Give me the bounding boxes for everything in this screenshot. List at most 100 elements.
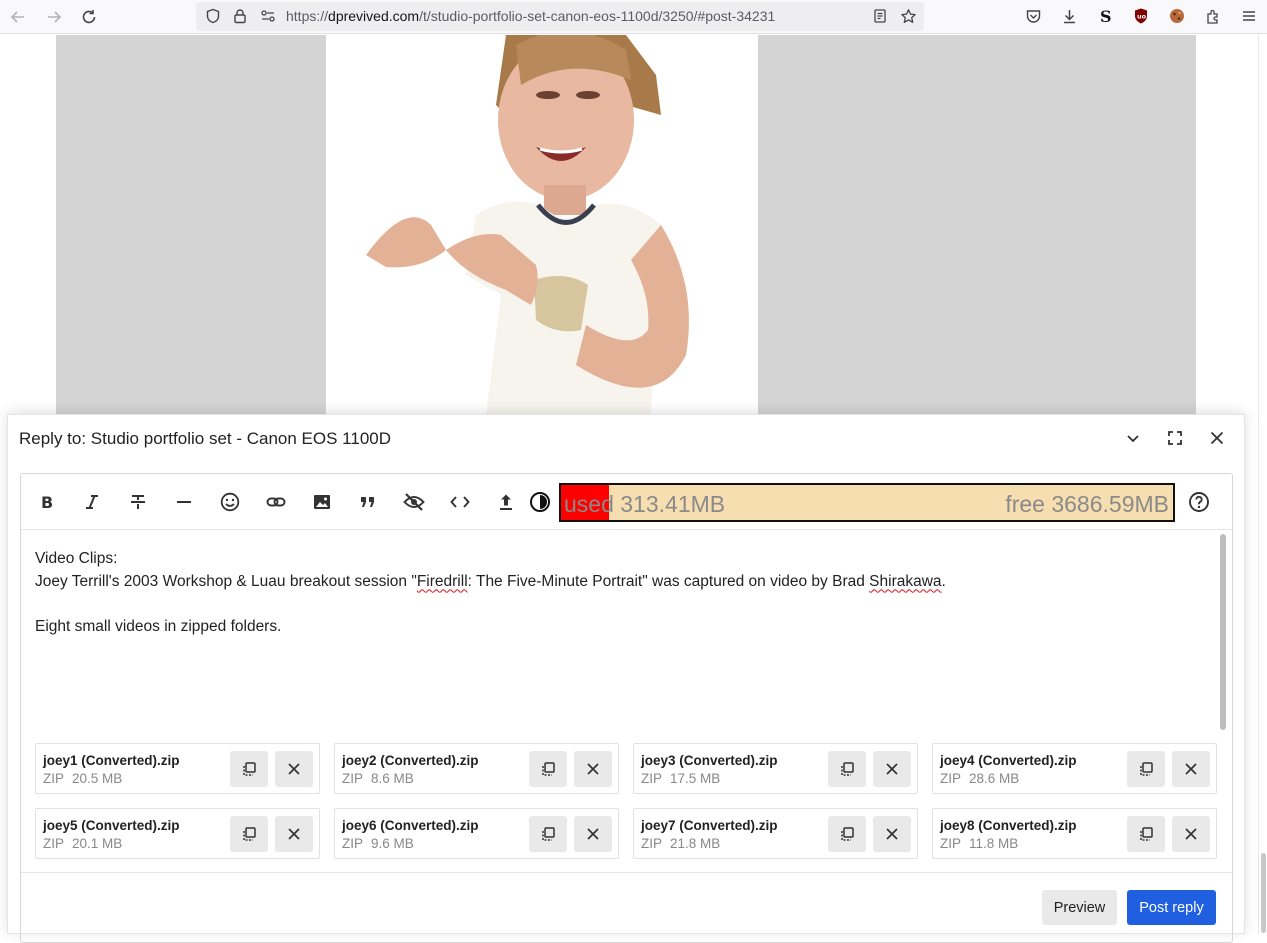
fullscreen-icon[interactable]	[1164, 427, 1186, 449]
attachment-card: joey3 (Converted).zip ZIP 17.5 MB	[633, 743, 918, 794]
quota-free-label: free 3686.59MB	[1005, 491, 1169, 517]
emoji-icon[interactable]	[216, 488, 244, 516]
extensions-icon[interactable]	[1202, 5, 1224, 27]
textarea-scrollbar[interactable]	[1217, 532, 1229, 732]
upload-quota-bar: used 313.41MB free 3686.59MB	[559, 483, 1175, 522]
close-icon[interactable]	[1206, 427, 1228, 449]
forward-button[interactable]	[42, 5, 66, 29]
attachment-card: joey7 (Converted).zip ZIP 21.8 MB	[633, 808, 918, 859]
reader-view-icon[interactable]	[869, 5, 891, 27]
quote-icon[interactable]	[354, 488, 382, 516]
italic-icon[interactable]	[78, 488, 106, 516]
remove-attachment-button[interactable]	[873, 751, 911, 787]
attachment-name: joey1 (Converted).zip	[43, 753, 180, 768]
attachment-card: joey4 (Converted).zip ZIP 28.6 MB	[932, 743, 1217, 794]
permissions-icon[interactable]	[257, 5, 279, 27]
help-icon[interactable]	[1185, 488, 1213, 516]
link-icon[interactable]	[262, 488, 290, 516]
remove-attachment-button[interactable]	[574, 751, 612, 787]
insert-attachment-button[interactable]	[1127, 751, 1165, 787]
cookie-extension-icon[interactable]	[1166, 5, 1188, 27]
svg-text:B: B	[41, 493, 53, 511]
footer-divider	[21, 872, 1232, 873]
composer-title: Reply to: Studio portfolio set - Canon E…	[19, 429, 391, 448]
insert-attachment-button[interactable]	[828, 751, 866, 787]
remove-attachment-button[interactable]	[275, 751, 313, 787]
attachment-card: joey6 (Converted).zip ZIP 9.6 MB	[334, 808, 619, 859]
close-icon	[587, 828, 599, 840]
page-scrollbar-thumb[interactable]	[1261, 853, 1266, 933]
attachment-name: joey6 (Converted).zip	[342, 818, 479, 833]
insert-icon	[1140, 762, 1153, 776]
preview-button[interactable]: Preview	[1042, 890, 1117, 925]
attachment-type: ZIP	[342, 836, 364, 851]
attachment-card: joey2 (Converted).zip ZIP 8.6 MB	[334, 743, 619, 794]
back-button[interactable]	[6, 5, 30, 29]
post-image-frame	[56, 35, 1196, 415]
close-icon	[288, 828, 300, 840]
horizontal-rule-icon[interactable]	[170, 488, 198, 516]
attachment-name: joey8 (Converted).zip	[940, 818, 1077, 833]
shield-icon[interactable]	[202, 5, 224, 27]
menu-icon[interactable]	[1238, 5, 1260, 27]
close-icon	[288, 763, 300, 775]
attachment-meta: ZIP 28.6 MB	[940, 771, 1027, 786]
attachment-name: joey7 (Converted).zip	[641, 818, 778, 833]
insert-attachment-button[interactable]	[230, 751, 268, 787]
hide-details-icon[interactable]	[400, 488, 428, 516]
insert-icon	[841, 762, 854, 776]
ublock-icon[interactable]: uo	[1130, 5, 1152, 27]
attachment-size: 17.5 MB	[670, 771, 721, 786]
body-line-2: Joey Terrill's 2003 Workshop & Luau brea…	[35, 572, 946, 590]
attachment-size: 11.8 MB	[969, 836, 1019, 851]
theme-toggle-icon[interactable]	[526, 488, 554, 516]
collapse-chevron-icon[interactable]	[1122, 427, 1144, 449]
remove-attachment-button[interactable]	[1172, 816, 1210, 852]
attachment-type: ZIP	[43, 836, 65, 851]
extension-s-icon[interactable]: S	[1094, 5, 1116, 27]
attachment-name: joey4 (Converted).zip	[940, 753, 1077, 768]
attachment-type: ZIP	[641, 836, 663, 851]
insert-attachment-button[interactable]	[230, 816, 268, 852]
url-text: https://dprevived.com/t/studio-portfolio…	[286, 8, 776, 24]
insert-icon	[841, 827, 854, 841]
insert-attachment-button[interactable]	[1127, 816, 1165, 852]
bold-icon[interactable]: B	[32, 488, 60, 516]
attachment-size: 21.8 MB	[670, 836, 721, 851]
insert-attachment-button[interactable]	[529, 816, 567, 852]
insert-attachment-button[interactable]	[828, 816, 866, 852]
address-bar[interactable]: https://dprevived.com/t/studio-portfolio…	[196, 2, 924, 31]
insert-icon	[243, 827, 256, 841]
page-scrollbar[interactable]	[1258, 35, 1267, 934]
attachment-card: joey5 (Converted).zip ZIP 20.1 MB	[35, 808, 320, 859]
remove-attachment-button[interactable]	[873, 816, 911, 852]
attachment-size: 9.6 MB	[371, 836, 414, 851]
remove-attachment-button[interactable]	[275, 816, 313, 852]
body-line-4: Eight small videos in zipped folders.	[35, 617, 282, 635]
textarea-scrollbar-thumb[interactable]	[1220, 534, 1226, 730]
pocket-icon[interactable]	[1022, 5, 1044, 27]
downloads-icon[interactable]	[1058, 5, 1080, 27]
image-icon[interactable]	[308, 488, 336, 516]
reload-button[interactable]	[77, 5, 101, 29]
upload-icon[interactable]	[492, 488, 520, 516]
editor-toolbar: B used 313.41MB free 3686.59MB	[21, 474, 1232, 530]
remove-attachment-button[interactable]	[1172, 751, 1210, 787]
post-reply-button[interactable]: Post reply	[1127, 890, 1216, 925]
attachment-card: joey8 (Converted).zip ZIP 11.8 MB	[932, 808, 1217, 859]
insert-attachment-button[interactable]	[529, 751, 567, 787]
insert-icon	[1140, 827, 1153, 841]
post-photo[interactable]	[326, 35, 758, 415]
attachment-type: ZIP	[43, 771, 65, 786]
strikethrough-icon[interactable]	[124, 488, 152, 516]
attachment-size: 28.6 MB	[969, 771, 1020, 786]
bookmark-star-icon[interactable]	[897, 5, 919, 27]
attachment-meta: ZIP 11.8 MB	[940, 836, 1026, 851]
reply-textarea[interactable]: Video Clips: Joey Terrill's 2003 Worksho…	[35, 548, 1205, 638]
lock-icon[interactable]	[229, 5, 251, 27]
remove-attachment-button[interactable]	[574, 816, 612, 852]
attachment-meta: ZIP 9.6 MB	[342, 836, 422, 851]
editor: B used 313.41MB free 3686.59MB Video Cli…	[20, 473, 1233, 943]
code-icon[interactable]	[446, 488, 474, 516]
quota-used-label: used 313.41MB	[564, 491, 726, 517]
